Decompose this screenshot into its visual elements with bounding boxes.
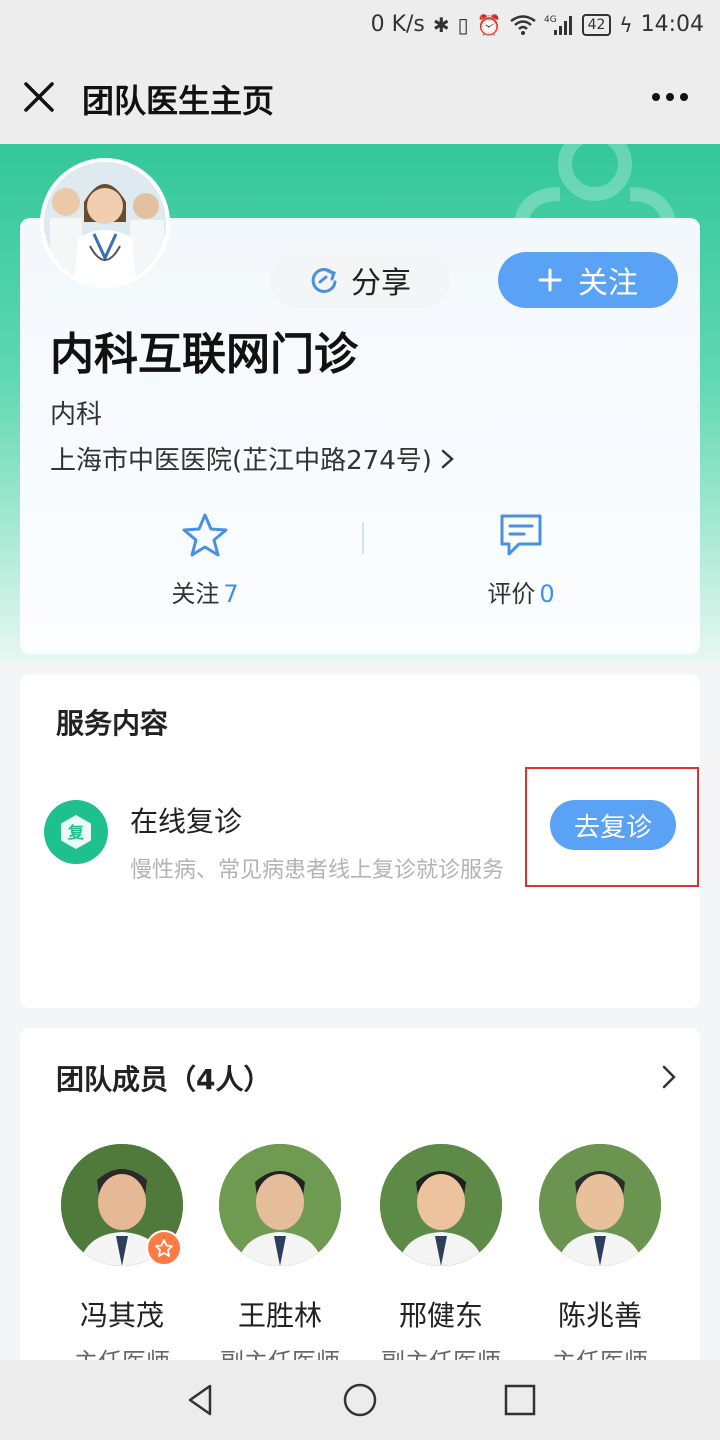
- status-icons: 0 K/s ✱ ▯ ⏰ 4G 42 ϟ 14:04: [371, 12, 704, 37]
- service-description: 慢性病、常见病患者线上复诊就诊服务: [130, 858, 505, 883]
- system-nav-bar: [0, 1360, 720, 1440]
- nav-bar: 团队医生主页: [0, 50, 720, 144]
- stat-review-count: 0: [539, 580, 555, 608]
- close-icon[interactable]: [22, 80, 56, 114]
- service-icon-char: 复: [67, 823, 85, 842]
- member-name: 冯其茂: [79, 1299, 164, 1332]
- network-speed: 0 K/s: [370, 12, 425, 37]
- member-avatar: [539, 1144, 661, 1266]
- service-section-title: 服务内容: [56, 707, 169, 740]
- stat-review[interactable]: 评价 0: [421, 512, 621, 609]
- clock: 14:04: [640, 12, 704, 37]
- hospital-name: 上海市中医医院(芷江中路274号): [50, 446, 432, 476]
- team-avatar: [40, 158, 170, 288]
- service-name: 在线复诊: [130, 805, 243, 838]
- bluetooth-icon: ✱: [432, 12, 450, 37]
- home-circle-icon[interactable]: [342, 1382, 378, 1418]
- member-name: 邢健东: [398, 1299, 483, 1332]
- comment-icon: [500, 514, 542, 556]
- stat-review-label: 评价: [487, 580, 536, 608]
- stat-follow-label: 关注: [171, 580, 220, 608]
- more-options-icon[interactable]: [650, 90, 690, 104]
- chevron-right-icon: [441, 449, 454, 468]
- member-name: 王胜林: [237, 1299, 322, 1332]
- team-section-title: 团队成员（4人）: [56, 1063, 272, 1096]
- team-name: 内科互联网门诊: [50, 329, 358, 380]
- member-avatar: [380, 1144, 502, 1266]
- recents-square-icon[interactable]: [502, 1382, 538, 1418]
- follow-label: 关注: [578, 266, 638, 301]
- star-icon: [182, 513, 228, 557]
- hospital-link[interactable]: 上海市中医医院(芷江中路274号): [50, 440, 456, 477]
- page-title: 团队医生主页: [82, 82, 275, 120]
- share-icon: [311, 267, 337, 293]
- follow-button[interactable]: 关注: [498, 252, 678, 308]
- share-button[interactable]: 分享: [270, 252, 450, 308]
- member-avatar: [219, 1144, 341, 1266]
- stat-follow-count: 7: [223, 580, 239, 608]
- back-triangle-icon[interactable]: [182, 1382, 218, 1418]
- alarm-icon: ⏰: [476, 12, 502, 37]
- signal-type: 4G: [544, 15, 557, 25]
- stat-divider: [362, 522, 364, 554]
- charging-icon: ϟ: [619, 12, 633, 37]
- status-bar: 0 K/s ✱ ▯ ⏰ 4G 42 ϟ 14:04: [0, 0, 720, 50]
- stat-follow[interactable]: 关注 7: [105, 512, 305, 609]
- star-badge-icon: [146, 1230, 182, 1266]
- chevron-right-icon[interactable]: [660, 1064, 678, 1090]
- team-member[interactable]: 王胜林 副主任医师: [210, 1144, 350, 1377]
- team-member[interactable]: 陈兆善 主任医师: [530, 1144, 670, 1377]
- revisit-service-icon: 复: [44, 800, 108, 864]
- highlight-box: [525, 767, 699, 887]
- wifi-icon: [509, 14, 536, 35]
- plus-icon: [538, 268, 562, 292]
- team-member[interactable]: 邢健东 副主任医师: [371, 1144, 511, 1377]
- vibrate-icon: ▯: [457, 12, 469, 37]
- battery-level: 42: [581, 13, 612, 36]
- member-name: 陈兆善: [557, 1299, 642, 1332]
- cell-signal-icon: 4G: [544, 14, 574, 36]
- department: 内科: [50, 400, 103, 430]
- share-label: 分享: [351, 266, 411, 301]
